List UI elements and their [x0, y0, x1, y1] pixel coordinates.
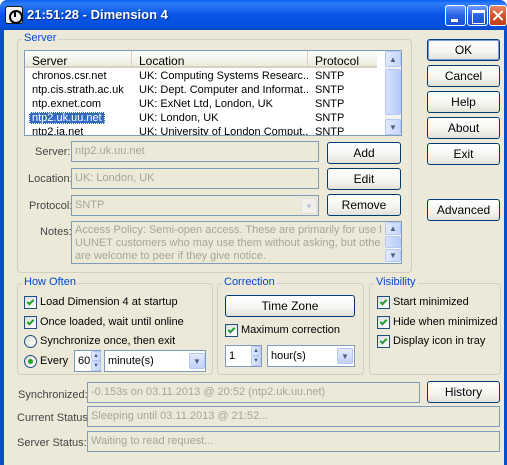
- server-field[interactable]: ntp2.uk.uu.net: [71, 141, 319, 162]
- list-row[interactable]: ntp2.ja.net UK: University of London Com…: [25, 126, 377, 136]
- server-status-field: Waiting to read request...: [87, 431, 500, 452]
- list-row[interactable]: ntp.cis.strath.ac.uk UK: Dept. Computer …: [25, 84, 377, 98]
- max-correction-checkbox[interactable]: [225, 324, 238, 337]
- notes-scroll-thumb[interactable]: [385, 236, 401, 248]
- start-minimized-label[interactable]: Start minimized: [393, 296, 469, 308]
- load-at-startup-label[interactable]: Load Dimension 4 at startup: [40, 296, 178, 308]
- row-server: ntp.exnet.com: [32, 98, 102, 110]
- visibility-title: Visibility: [374, 276, 418, 288]
- sync-once-label[interactable]: Synchronize once, then exit: [40, 335, 175, 347]
- max-correction-value: 1: [229, 350, 236, 362]
- row-server: ntp2.uk.uu.net: [29, 112, 105, 124]
- notes-scroll-up-arrow-icon[interactable]: ▲: [385, 222, 401, 235]
- ok-button[interactable]: OK: [427, 39, 500, 61]
- list-row[interactable]: chronos.csr.net UK: Computing Systems Re…: [25, 70, 377, 84]
- wait-until-online-label[interactable]: Once loaded, wait until online: [40, 316, 184, 328]
- server-label: Server:: [35, 146, 71, 158]
- synchronized-field: -0.153s on 03.11.2013 @ 20:52 (ntp2.uk.u…: [87, 382, 420, 403]
- hide-when-minimized-checkbox[interactable]: [377, 316, 390, 329]
- notes-field[interactable]: Access Policy: Semi-open access. These a…: [71, 221, 402, 264]
- every-spin-up-icon[interactable]: ▲: [91, 351, 101, 361]
- max-correction-label[interactable]: Maximum correction: [241, 324, 340, 336]
- row-location: UK: London, UK: [139, 112, 219, 124]
- advanced-button[interactable]: Advanced: [427, 199, 500, 221]
- row-location: UK: Dept. Computer and Informat...: [139, 84, 309, 96]
- row-protocol: SNTP: [315, 112, 345, 124]
- notes-scroll-down-arrow-icon[interactable]: ▼: [385, 249, 401, 262]
- start-minimized-checkbox[interactable]: [377, 296, 390, 309]
- protocol-value: SNTP: [75, 199, 105, 211]
- hide-when-minimized-label[interactable]: Hide when minimized: [393, 316, 498, 328]
- display-icon-in-tray-label[interactable]: Display icon in tray: [393, 335, 485, 347]
- how-often-title: How Often: [22, 276, 78, 288]
- server-list-scrollbar[interactable]: ▲ ▼: [385, 51, 401, 135]
- every-value: 60: [78, 355, 91, 367]
- notes-scrollbar[interactable]: ▲ ▼: [385, 222, 401, 263]
- current-status-field: Sleeping until 03.11.2013 @ 21:52...: [87, 406, 500, 427]
- protocol-dropdown-arrow-icon[interactable]: ▼: [301, 198, 317, 214]
- load-at-startup-checkbox[interactable]: [24, 296, 37, 309]
- synchronized-label: Synchronized:: [18, 389, 88, 401]
- row-location: UK: ExNet Ltd, London, UK: [139, 98, 273, 110]
- help-button[interactable]: Help: [427, 91, 500, 113]
- column-header-location[interactable]: Location: [132, 51, 308, 68]
- notes-line: Access Policy: Semi-open access. These a…: [75, 224, 381, 236]
- row-location: UK: Computing Systems Researc...: [139, 70, 309, 82]
- row-server: ntp2.ja.net: [32, 126, 84, 136]
- correction-title: Correction: [222, 276, 277, 288]
- current-status-label: Current Status:: [17, 412, 91, 424]
- scroll-down-arrow-icon[interactable]: ▼: [385, 119, 401, 135]
- every-unit-value: minute(s): [108, 355, 154, 367]
- notes-label: Notes:: [40, 226, 72, 238]
- row-protocol: SNTP: [315, 84, 345, 96]
- notes-line: are welcome to peer if they give notice.: [75, 250, 266, 262]
- max-spin-down-icon[interactable]: ▼: [251, 356, 261, 366]
- edit-button[interactable]: Edit: [327, 168, 401, 190]
- close-button[interactable]: [489, 5, 507, 26]
- title-bar[interactable]: 21:51:28 - Dimension 4: [0, 0, 507, 30]
- remove-button[interactable]: Remove: [327, 194, 401, 216]
- exit-button[interactable]: Exit: [427, 143, 500, 165]
- row-protocol: SNTP: [315, 126, 345, 136]
- notes-line: UUNET customers who may use them without…: [75, 237, 381, 249]
- list-row-selected[interactable]: ntp2.uk.uu.net UK: London, UK SNTP: [25, 112, 377, 126]
- location-field[interactable]: UK: London, UK: [71, 168, 319, 189]
- row-server: chronos.csr.net: [32, 70, 107, 82]
- server-status-label: Server Status:: [17, 437, 87, 449]
- server-group-title: Server: [22, 32, 59, 44]
- scroll-thumb[interactable]: [385, 69, 401, 115]
- wait-until-online-checkbox[interactable]: [24, 316, 37, 329]
- history-button[interactable]: History: [427, 381, 500, 403]
- max-unit-dropdown-arrow-icon[interactable]: ▼: [337, 348, 353, 364]
- row-server: ntp.cis.strath.ac.uk: [32, 84, 124, 96]
- every-radio[interactable]: [24, 355, 37, 368]
- display-icon-in-tray-checkbox[interactable]: [377, 335, 390, 348]
- sync-once-radio[interactable]: [24, 335, 37, 348]
- row-protocol: SNTP: [315, 98, 345, 110]
- window-title: 21:51:28 - Dimension 4: [27, 7, 168, 22]
- row-protocol: SNTP: [315, 70, 345, 82]
- app-clock-icon[interactable]: [5, 6, 23, 24]
- about-button[interactable]: About: [427, 117, 500, 139]
- every-unit-dropdown-arrow-icon[interactable]: ▼: [189, 353, 205, 369]
- location-label: Location:: [28, 173, 73, 185]
- max-spin-up-icon[interactable]: ▲: [251, 346, 261, 356]
- protocol-label: Protocol:: [29, 200, 73, 212]
- time-zone-button[interactable]: Time Zone: [225, 295, 355, 317]
- column-header-protocol[interactable]: Protocol: [308, 51, 377, 68]
- row-location: UK: University of London Comput...: [139, 126, 309, 136]
- every-spin-down-icon[interactable]: ▼: [91, 361, 101, 371]
- add-button[interactable]: Add: [327, 142, 401, 164]
- scroll-up-arrow-icon[interactable]: ▲: [385, 51, 401, 67]
- server-list[interactable]: Server Location Protocol chronos.csr.net…: [24, 50, 402, 136]
- every-label[interactable]: Every: [40, 355, 68, 367]
- column-header-server[interactable]: Server: [25, 51, 132, 68]
- protocol-select[interactable]: SNTP: [71, 195, 319, 216]
- list-row[interactable]: ntp.exnet.com UK: ExNet Ltd, London, UK …: [25, 98, 377, 112]
- minimize-button[interactable]: [445, 5, 466, 26]
- cancel-button[interactable]: Cancel: [427, 65, 500, 87]
- maximize-button[interactable]: [467, 5, 488, 26]
- server-list-header: Server Location Protocol: [25, 51, 377, 68]
- max-unit-value: hour(s): [271, 350, 306, 362]
